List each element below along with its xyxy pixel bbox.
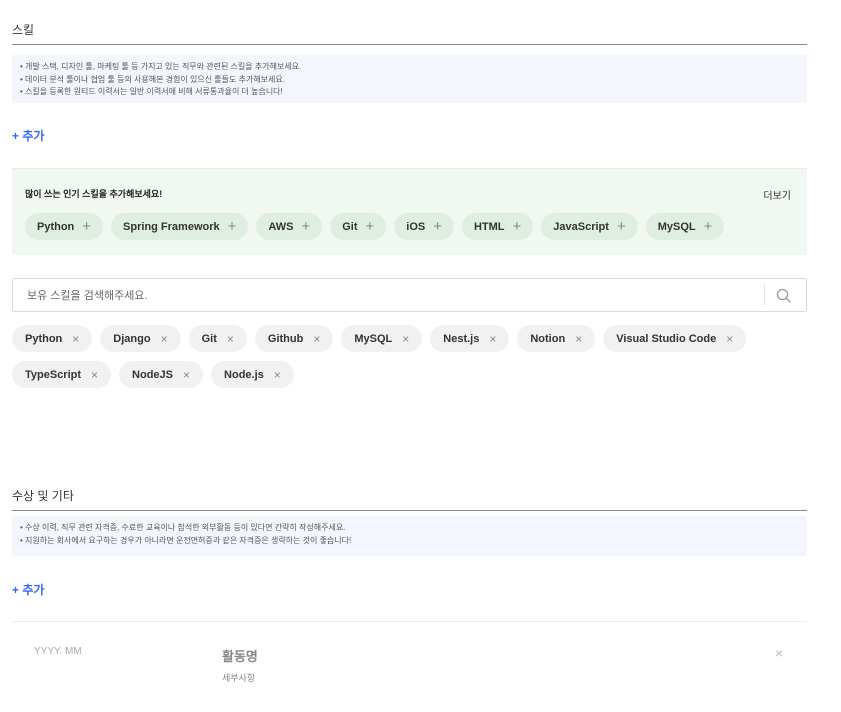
selected-skill-chip: NodeJS × xyxy=(119,361,204,388)
remove-icon[interactable]: × xyxy=(726,332,733,346)
chip-label: Python xyxy=(25,332,63,345)
plus-icon: + xyxy=(365,218,375,235)
skills-section-title: 스킬 xyxy=(12,21,807,45)
chip-label: Visual Studio Code xyxy=(616,332,717,345)
chip-label: Notion xyxy=(530,332,566,345)
skills-guide-box: • 개발 스택, 디자인 툴, 마케팅 툴 등 가지고 있는 직무와 관련된 스… xyxy=(12,55,807,103)
delete-entry-icon[interactable]: × xyxy=(775,645,783,661)
popular-skill-chip[interactable]: JavaScript + xyxy=(541,213,638,240)
chip-label: AWS xyxy=(268,220,294,233)
selected-skill-chip: Node.js × xyxy=(211,361,294,388)
popular-skill-list: Python + Spring Framework + AWS + Git + iOS +… xyxy=(25,213,725,240)
remove-icon[interactable]: × xyxy=(489,332,496,346)
popular-skill-chip[interactable]: iOS + xyxy=(394,213,454,240)
more-button[interactable]: 더보기 xyxy=(763,187,791,202)
selected-skill-chip: MySQL × xyxy=(341,325,423,352)
plus-icon: + xyxy=(616,218,626,235)
chip-label: JavaScript xyxy=(553,220,609,233)
plus-icon: + xyxy=(301,218,311,235)
remove-icon[interactable]: × xyxy=(161,332,168,346)
guide-line: • 데이터 분석 툴이나 협업 툴 등의 사용해본 경험이 있으신 툴들도 추가… xyxy=(20,74,285,84)
guide-line: • 개발 스택, 디자인 툴, 마케팅 툴 등 가지고 있는 직무와 관련된 스… xyxy=(20,62,302,71)
popular-skill-chip[interactable]: Python + xyxy=(25,213,104,240)
chip-label: NodeJS xyxy=(132,368,174,381)
search-icon[interactable] xyxy=(775,287,793,305)
guide-line: • 수상 이력, 직무 관련 자격증, 수료한 교육이나 참석한 외부활동 등이… xyxy=(20,523,346,532)
plus-icon: + xyxy=(227,218,237,235)
plus-icon: + xyxy=(433,218,442,235)
chip-label: Git xyxy=(342,220,358,233)
chip-label: MySQL xyxy=(354,332,393,345)
chip-label: TypeScript xyxy=(25,368,82,381)
popular-skill-chip[interactable]: MySQL + xyxy=(645,213,725,240)
plus-icon: + xyxy=(703,218,713,235)
entry-divider xyxy=(12,621,807,622)
chip-label: iOS xyxy=(406,220,426,233)
selected-skill-chip: Python × xyxy=(12,325,93,352)
search-divider xyxy=(764,285,765,305)
selected-skill-chip: Visual Studio Code × xyxy=(603,325,747,352)
chip-label: MySQL xyxy=(657,220,696,233)
remove-icon[interactable]: × xyxy=(274,368,281,382)
skill-search-input[interactable] xyxy=(25,285,769,307)
remove-icon[interactable]: × xyxy=(313,332,320,346)
popular-skill-chip[interactable]: Git + xyxy=(330,213,387,240)
remove-icon[interactable]: × xyxy=(91,368,98,382)
skill-search-box xyxy=(12,278,807,312)
chip-label: Spring Framework xyxy=(123,220,220,233)
selected-skill-chip: Nest.js × xyxy=(430,325,510,352)
selected-skill-list: Python × Django × Git × Github × MySQL × Nest… xyxy=(12,325,807,388)
chip-label: Nest.js xyxy=(443,332,480,345)
chip-label: HTML xyxy=(473,220,505,233)
popular-skills-panel: 많이 쓰는 인기 스킬을 추가해보세요! 더보기 Python + Spring … xyxy=(12,168,807,255)
date-field[interactable]: YYYY. MM xyxy=(34,646,82,657)
plus-icon: + xyxy=(82,218,92,235)
guide-line: • 스킬을 등록한 원티드 이력서는 일반 이력서에 비해 서류통과율이 더 높… xyxy=(20,87,283,96)
selected-skill-chip: Git × xyxy=(188,325,247,352)
activity-name-field[interactable]: 활동명 xyxy=(222,646,258,665)
detail-field[interactable]: 세부사항 xyxy=(222,671,255,684)
awards-section-title: 수상 및 기타 xyxy=(12,487,807,511)
selected-skill-chip: Github × xyxy=(254,325,334,352)
selected-skill-chip: TypeScript × xyxy=(12,361,112,388)
awards-guide-box: • 수상 이력, 직무 관련 자격증, 수료한 교육이나 참석한 외부활동 등이… xyxy=(12,516,807,556)
chip-label: Github xyxy=(267,332,304,345)
add-award-button[interactable]: + 추가 xyxy=(12,581,44,598)
chip-label: Python xyxy=(37,220,75,233)
guide-line: • 지원하는 회사에서 요구하는 경우가 아니라면 운전면허증과 같은 자격증은… xyxy=(20,535,352,545)
remove-icon[interactable]: × xyxy=(575,332,582,346)
remove-icon[interactable]: × xyxy=(402,332,409,346)
chip-label: Git xyxy=(201,332,217,345)
remove-icon[interactable]: × xyxy=(72,332,79,346)
remove-icon[interactable]: × xyxy=(227,332,234,346)
popular-skills-title: 많이 쓰는 인기 스킬을 추가해보세요! xyxy=(25,189,163,199)
remove-icon[interactable]: × xyxy=(183,368,190,382)
popular-skill-chip[interactable]: AWS + xyxy=(256,213,323,240)
resume-editor: 스킬 • 개발 스택, 디자인 툴, 마케팅 툴 등 가지고 있는 직무와 관련… xyxy=(0,0,841,712)
selected-skill-chip: Django × xyxy=(100,325,181,352)
selected-skill-chip: Notion × xyxy=(517,325,596,352)
popular-skill-chip[interactable]: Spring Framework + xyxy=(111,213,249,240)
popular-skill-chip[interactable]: HTML + xyxy=(461,213,534,240)
chip-label: Node.js xyxy=(224,368,264,381)
plus-icon: + xyxy=(512,218,522,235)
add-skill-button[interactable]: + 추가 xyxy=(12,127,44,144)
chip-label: Django xyxy=(113,332,151,345)
